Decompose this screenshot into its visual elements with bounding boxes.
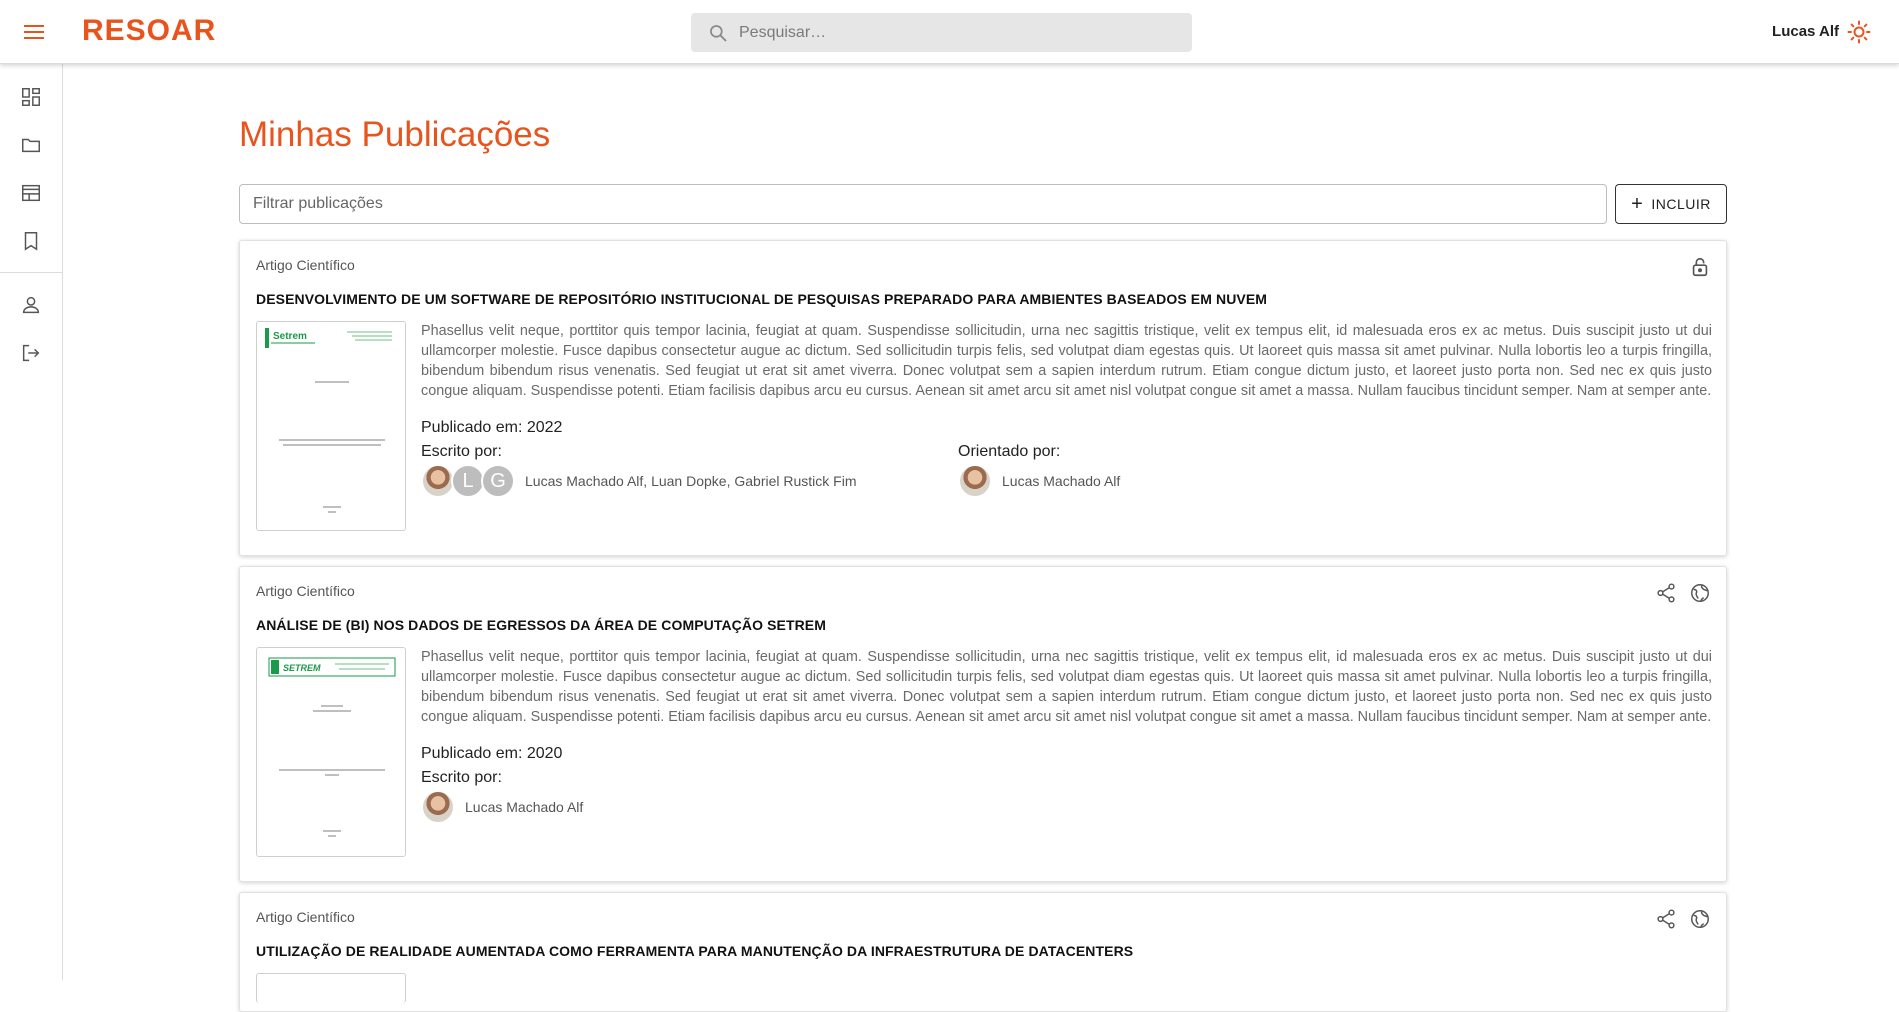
publication-date: Publicado em: 2020 [421, 745, 563, 762]
publication-title[interactable]: DESENVOLVIMENTO DE UM SOFTWARE DE REPOSI… [256, 291, 1267, 307]
folder-icon[interactable] [18, 132, 44, 158]
sun-icon[interactable] [1847, 20, 1871, 44]
publication-date: Publicado em: 2022 [421, 419, 563, 436]
svg-text:Setrem: Setrem [273, 331, 307, 342]
menu-icon[interactable] [20, 18, 48, 46]
user-name[interactable]: Lucas Alf [1772, 23, 1839, 40]
brand-logo[interactable]: RESOAR [82, 14, 216, 48]
globe-icon[interactable] [1688, 581, 1712, 605]
publication-type: Artigo Científico [256, 257, 355, 273]
add-button[interactable]: + INCLUIR [1615, 184, 1727, 224]
author-list: Lucas Machado Alf [421, 790, 583, 824]
page-title: Minhas Publicações [239, 115, 551, 154]
publication-abstract: Phasellus velit neque, porttitor quis te… [421, 323, 1712, 399]
publication-title[interactable]: UTILIZAÇÃO DE REALIDADE AUMENTADA COMO F… [256, 943, 1133, 959]
add-button-label: INCLUIR [1651, 196, 1711, 212]
table-icon[interactable] [18, 180, 44, 206]
plus-icon: + [1631, 193, 1644, 215]
author-names: Lucas Machado Alf [465, 799, 584, 815]
author-list: L G Lucas Machado Alf, Luan Dopke, Gabri… [421, 464, 857, 498]
search-input[interactable] [739, 23, 1192, 42]
avatar[interactable] [421, 464, 455, 498]
search-bar[interactable] [691, 13, 1192, 52]
share-icon[interactable] [1654, 581, 1678, 605]
publication-thumbnail[interactable]: Setrem [256, 321, 406, 531]
avatar[interactable] [958, 464, 992, 498]
publication-thumbnail[interactable]: SETREM [256, 647, 406, 857]
svg-text:SETREM: SETREM [283, 663, 321, 673]
publication-thumbnail[interactable] [256, 973, 406, 1003]
sidebar [0, 64, 63, 980]
advisor-name: Lucas Machado Alf [1002, 473, 1121, 489]
filter-input[interactable] [239, 184, 1607, 224]
top-app-bar: RESOAR Lucas Alf [0, 0, 1899, 64]
avatar[interactable]: L [451, 464, 485, 498]
publication-type: Artigo Científico [256, 583, 355, 599]
sidebar-divider [0, 272, 62, 273]
author-names: Lucas Machado Alf, Luan Dopke, Gabriel R… [525, 473, 857, 489]
search-icon [710, 25, 727, 42]
avatar[interactable]: G [481, 464, 515, 498]
publication-type: Artigo Científico [256, 909, 355, 925]
globe-icon[interactable] [1688, 907, 1712, 931]
written-by-label: Escrito por: [421, 443, 502, 460]
dashboard-icon[interactable] [18, 84, 44, 110]
publication-card[interactable]: Artigo Científico DESENVOLVIMENTO DE UM … [239, 240, 1727, 556]
publication-card[interactable]: Artigo Científico ANÁLISE DE (BI) NOS DA… [239, 566, 1727, 882]
avatar[interactable] [421, 790, 455, 824]
advisor-list: Lucas Machado Alf [958, 464, 1120, 498]
advised-by-label: Orientado por: [958, 443, 1061, 460]
written-by-label: Escrito por: [421, 769, 502, 786]
share-icon[interactable] [1654, 907, 1678, 931]
publication-title[interactable]: ANÁLISE DE (BI) NOS DADOS DE EGRESSOS DA… [256, 617, 826, 633]
person-icon[interactable] [18, 292, 44, 318]
publication-card[interactable]: Artigo Científico UTILIZAÇÃO DE REALIDAD… [239, 892, 1727, 1012]
publication-abstract: Phasellus velit neque, porttitor quis te… [421, 649, 1712, 725]
logout-icon[interactable] [18, 340, 44, 366]
lock-open-icon[interactable] [1688, 255, 1712, 279]
bookmark-icon[interactable] [18, 228, 44, 254]
